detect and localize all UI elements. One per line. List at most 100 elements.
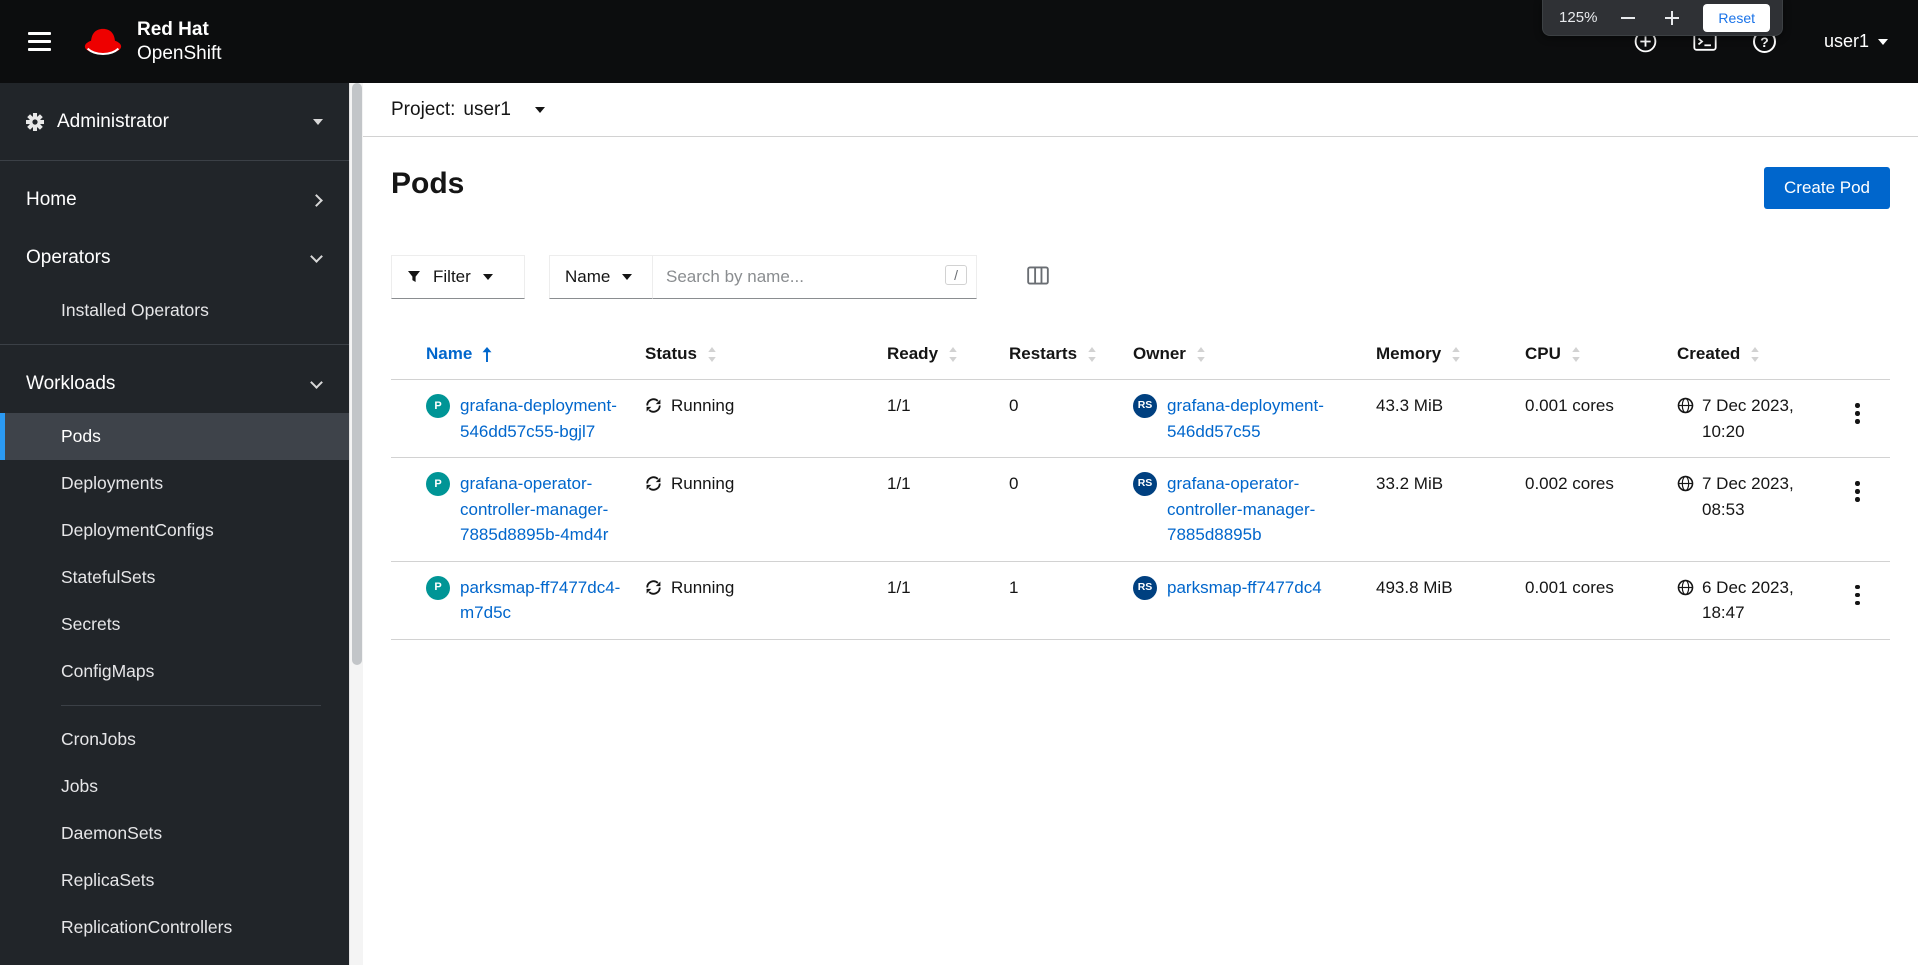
sidebar-nav: Home Operators Installed Operators Workl…: [0, 161, 349, 951]
timestamp-globe-icon: [1677, 397, 1694, 414]
search-attribute-label: Name: [565, 267, 611, 286]
zoom-level: 125%: [1559, 9, 1598, 26]
owner-link[interactable]: grafana-operator-controller-manager-7885…: [1167, 471, 1366, 548]
perspective-label: Administrator: [57, 110, 169, 132]
brand-line1: Red Hat: [137, 19, 209, 41]
replicaset-badge: RS: [1133, 394, 1157, 418]
row-kebab-button[interactable]: [1843, 473, 1872, 510]
sidebar-item-installed-operators[interactable]: Installed Operators: [0, 287, 349, 334]
created-timestamp: 7 Dec 2023, 10:20: [1702, 396, 1794, 441]
column-label: CPU: [1525, 344, 1561, 363]
column-header-owner[interactable]: Owner: [1133, 329, 1376, 380]
sidebar-item-daemonsets[interactable]: DaemonSets: [0, 810, 349, 857]
search-attribute-dropdown[interactable]: Name: [549, 255, 653, 299]
owner-link[interactable]: grafana-deployment-546dd57c55: [1167, 393, 1366, 444]
cpu-value: 0.001 cores: [1525, 396, 1614, 415]
running-sync-icon: [646, 476, 661, 491]
column-header-created[interactable]: Created: [1677, 329, 1835, 380]
filter-icon: [408, 271, 420, 282]
sidebar-item-deploymentconfigs[interactable]: DeploymentConfigs: [0, 507, 349, 554]
sort-icon: [1088, 346, 1096, 362]
column-label: Status: [645, 344, 697, 363]
username: user1: [1823, 31, 1869, 51]
hamburger-icon: [28, 32, 51, 51]
sidebar-item-replicationcontrollers[interactable]: ReplicationControllers: [0, 904, 349, 951]
zoom-in-button[interactable]: [1659, 5, 1685, 31]
pod-link[interactable]: grafana-deployment-546dd57c55-bgjl7: [460, 393, 635, 444]
owner-link[interactable]: parksmap-ff7477dc4: [1167, 575, 1322, 601]
sidebar-item-replicasets[interactable]: ReplicaSets: [0, 857, 349, 904]
nav-group-workloads[interactable]: Workloads: [0, 355, 349, 413]
memory-value: 493.8 MiB: [1376, 577, 1453, 597]
create-pod-button[interactable]: Create Pod: [1764, 167, 1890, 209]
table-header-row: Name Status Ready Restarts Owner Memory …: [391, 329, 1890, 380]
chevron-down-icon: [1878, 38, 1888, 45]
column-header-ready[interactable]: Ready: [887, 329, 1009, 380]
column-header-restarts[interactable]: Restarts: [1009, 329, 1133, 380]
chevron-down-icon: [310, 249, 323, 263]
timestamp-globe-icon: [1677, 579, 1694, 595]
columns-icon: [1027, 266, 1049, 285]
sidebar-scrollbar[interactable]: [349, 83, 363, 965]
status-text: Running: [671, 474, 735, 493]
restarts-value: 1: [1009, 577, 1019, 597]
nav-group-label: Operators: [26, 247, 111, 268]
chevron-down-icon: [313, 118, 323, 125]
column-label: Ready: [887, 344, 939, 363]
status-text: Running: [671, 396, 735, 415]
page-title: Pods: [391, 167, 465, 200]
column-label: Memory: [1376, 344, 1442, 363]
slash-shortcut-hint: /: [945, 265, 967, 285]
nav-group-home[interactable]: Home: [0, 171, 349, 229]
timestamp-globe-icon: [1677, 475, 1694, 492]
ready-value: 1/1: [887, 474, 911, 493]
masthead: Red Hat OpenShift ? user1 125% Reset: [0, 0, 1918, 83]
column-header-cpu[interactable]: CPU: [1525, 329, 1677, 380]
project-selector[interactable]: Project: user1: [391, 99, 545, 121]
sidebar-item-jobs[interactable]: Jobs: [0, 763, 349, 810]
brand-line2: OpenShift: [137, 42, 222, 64]
project-value: user1: [463, 98, 511, 120]
column-header-name[interactable]: Name: [391, 329, 645, 380]
sidebar-item-secrets[interactable]: Secrets: [0, 601, 349, 648]
sidebar-item-deployments[interactable]: Deployments: [0, 460, 349, 507]
scrollbar-thumb[interactable]: [352, 83, 362, 666]
column-label: Owner: [1133, 344, 1186, 363]
column-header-memory[interactable]: Memory: [1376, 329, 1525, 380]
sort-icon: [708, 346, 716, 362]
replicaset-badge: RS: [1133, 472, 1157, 496]
redhat-fedora-icon: [84, 28, 122, 56]
restarts-value: 0: [1009, 396, 1019, 415]
zoom-reset-button[interactable]: Reset: [1703, 3, 1770, 32]
row-kebab-button[interactable]: [1843, 577, 1872, 614]
openshift-console: Red Hat OpenShift ? user1 125% Reset Adm…: [0, 0, 1918, 965]
table-row: P grafana-deployment-546dd57c55-bgjl7 Ru…: [391, 379, 1890, 458]
sort-icon: [1751, 346, 1760, 362]
perspective-switcher[interactable]: Administrator: [0, 83, 349, 161]
sidebar-item-configmaps[interactable]: ConfigMaps: [0, 648, 349, 695]
nav-toggle-button[interactable]: [14, 13, 65, 70]
sidebar-item-cronjobs[interactable]: CronJobs: [0, 716, 349, 763]
sidebar: Administrator Home Operators Installed O…: [0, 83, 349, 965]
sidebar-item-pods[interactable]: Pods: [0, 413, 349, 460]
column-management-button[interactable]: [1021, 260, 1055, 294]
column-header-status[interactable]: Status: [645, 329, 887, 380]
ready-value: 1/1: [887, 577, 911, 597]
nav-group-operators[interactable]: Operators: [0, 229, 349, 287]
sort-icon: [949, 346, 957, 362]
user-menu[interactable]: user1: [1824, 31, 1888, 52]
pod-link[interactable]: parksmap-ff7477dc4-m7d5c: [460, 575, 635, 626]
row-kebab-button[interactable]: [1843, 395, 1872, 432]
pod-link[interactable]: grafana-operator-controller-manager-7885…: [460, 471, 635, 548]
list-toolbar: Filter Name /: [391, 255, 1890, 299]
sidebar-item-statefulsets[interactable]: StatefulSets: [0, 554, 349, 601]
cpu-value: 0.001 cores: [1525, 577, 1614, 597]
table-row: P grafana-operator-controller-manager-78…: [391, 457, 1890, 562]
filter-dropdown[interactable]: Filter: [391, 255, 525, 299]
nav-divider: [0, 344, 349, 345]
running-sync-icon: [646, 580, 661, 595]
zoom-out-button[interactable]: [1615, 11, 1641, 25]
pod-badge: P: [426, 472, 450, 496]
ready-value: 1/1: [887, 396, 911, 415]
search-input[interactable]: [653, 255, 977, 299]
